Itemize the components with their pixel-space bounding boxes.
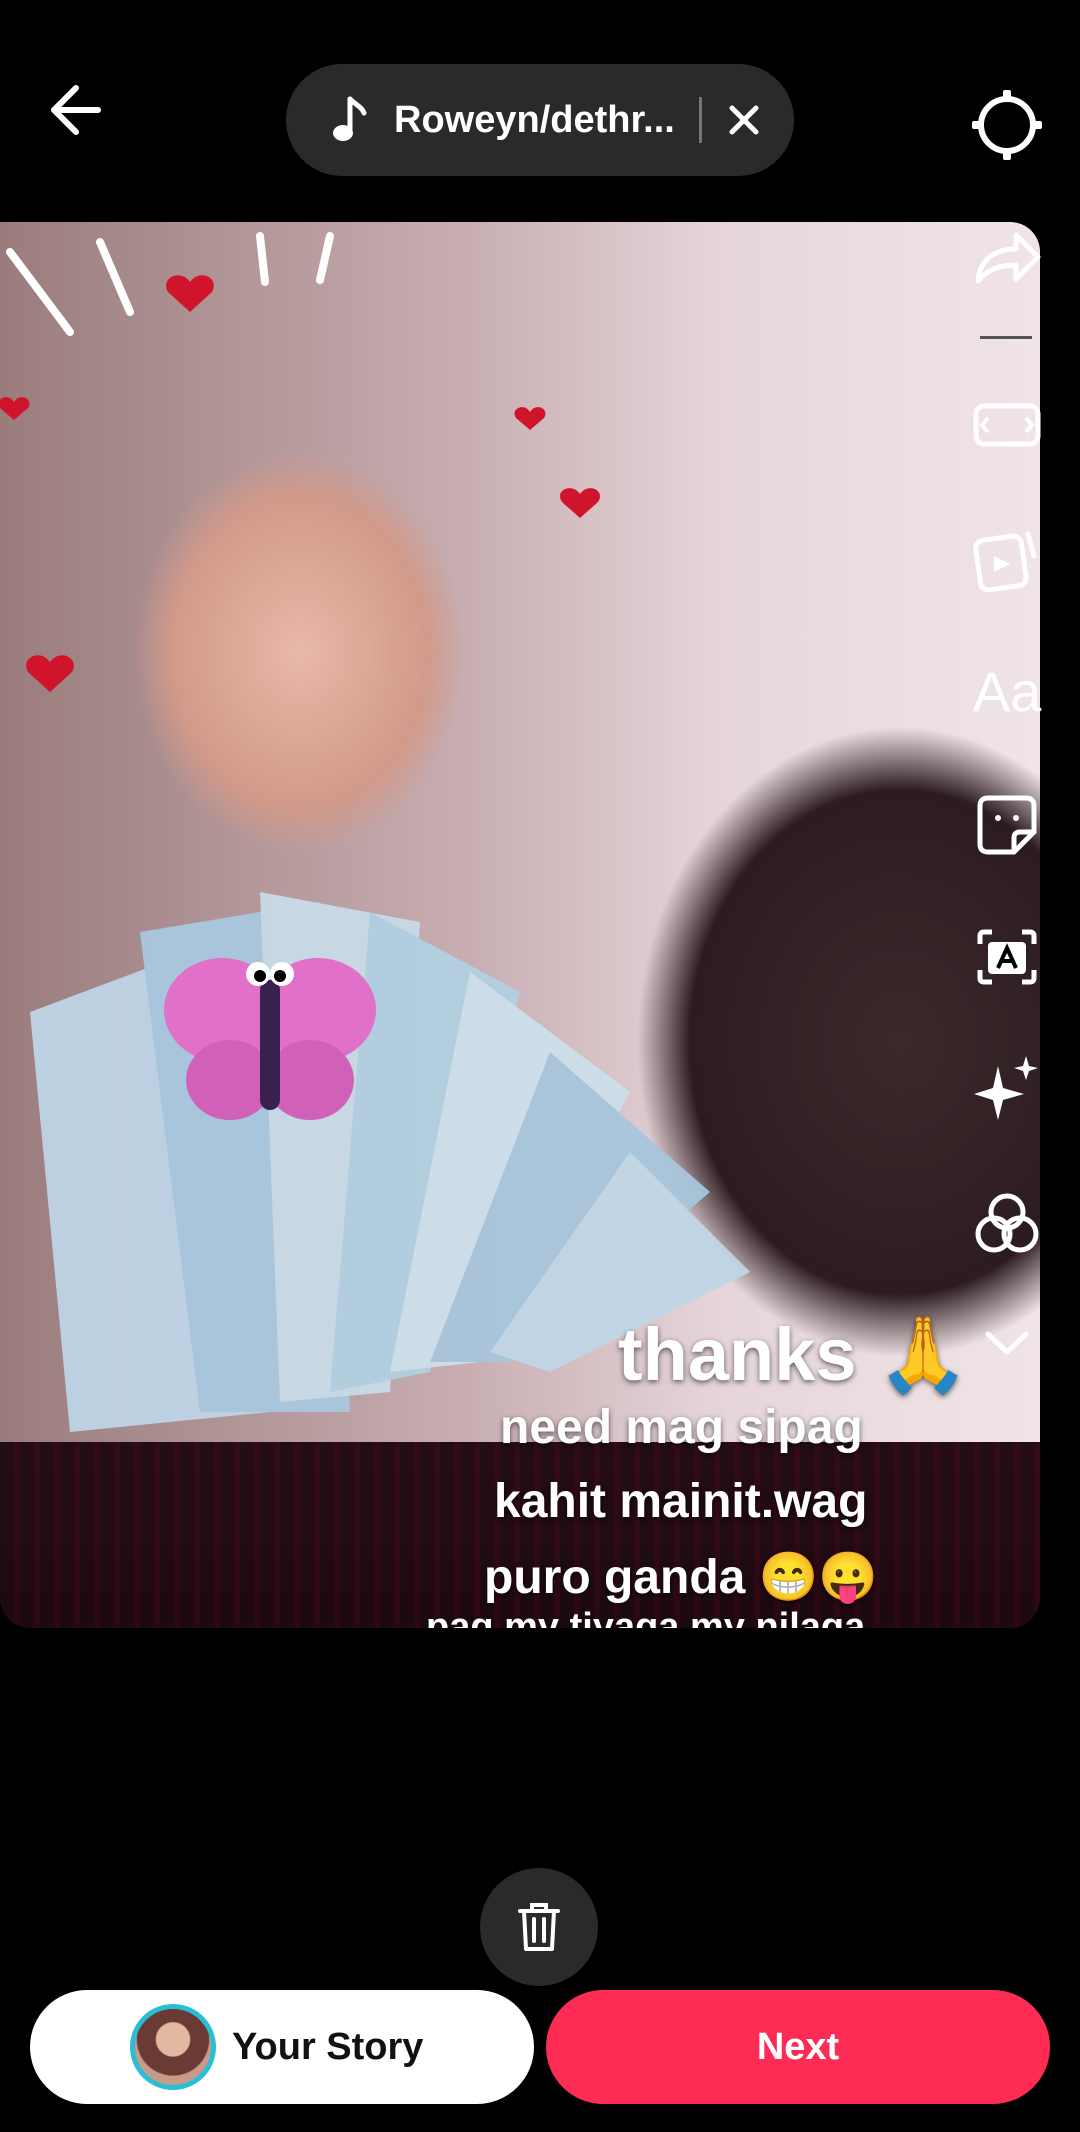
next-label: Next: [756, 2025, 840, 2068]
effects-sparkle-icon: [974, 1056, 1038, 1120]
caption-line[interactable]: kahit mainit.wag: [494, 1474, 867, 1529]
effects-button[interactable]: [972, 1054, 1042, 1124]
arrow-left-icon: [51, 85, 101, 135]
gear-icon: [972, 90, 1042, 160]
templates-button[interactable]: [972, 524, 1042, 594]
settings-button[interactable]: [970, 88, 1044, 162]
caption-line[interactable]: puro ganda 😁😛: [484, 1548, 878, 1605]
your-story-label: Your Story: [232, 2026, 424, 2068]
share-arrow-icon: [975, 232, 1041, 284]
crop-button[interactable]: [972, 390, 1042, 460]
share-button[interactable]: [972, 224, 1042, 294]
sticker-icon: [977, 795, 1037, 855]
caption-line[interactable]: pag my tiyaga my nilaga: [426, 1606, 865, 1628]
chevron-down-icon: [985, 1331, 1029, 1355]
text-icon: Aa: [972, 659, 1042, 723]
music-title: Roweyn/dethr...: [394, 98, 675, 141]
media-preview[interactable]: thanks 🙏 need mag sipag kahit mainit.wag…: [0, 222, 1040, 1628]
filters-button[interactable]: [972, 1188, 1042, 1258]
more-tools-button[interactable]: [972, 1308, 1042, 1378]
auto-caption-button[interactable]: [972, 922, 1042, 992]
text-button[interactable]: Aa: [972, 656, 1042, 726]
trash-icon: [518, 1903, 560, 1951]
toolbar-divider: [980, 336, 1032, 339]
sticker-button[interactable]: [972, 790, 1042, 860]
divider: [699, 97, 702, 143]
caption-icon: [977, 929, 1037, 985]
delete-button[interactable]: [480, 1868, 598, 1986]
crop-icon: [973, 403, 1041, 447]
your-story-button[interactable]: Your Story: [30, 1990, 534, 2104]
caption-line[interactable]: need mag sipag: [500, 1400, 863, 1455]
caption-thanks[interactable]: thanks 🙏: [618, 1312, 969, 1399]
music-note-icon: [333, 96, 367, 141]
back-button[interactable]: [40, 70, 120, 150]
close-icon[interactable]: [724, 100, 764, 140]
music-selector[interactable]: Roweyn/dethr...: [286, 64, 794, 176]
templates-icon: [973, 531, 1037, 592]
filters-icon: [975, 1193, 1039, 1253]
avatar: [130, 2004, 216, 2090]
next-button[interactable]: Next: [546, 1990, 1050, 2104]
hearts-decoration: [0, 232, 601, 692]
